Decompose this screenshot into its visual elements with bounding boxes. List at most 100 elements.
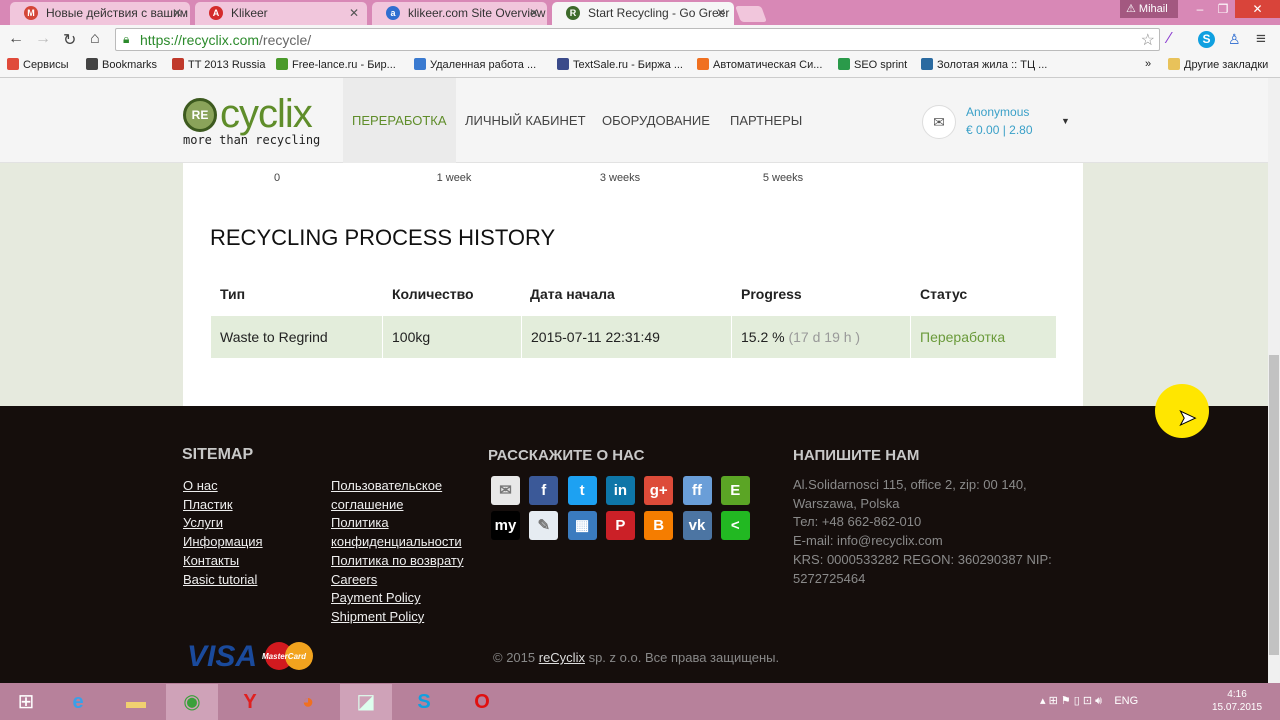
other-bookmarks-folder[interactable]: Другие закладки [1168, 58, 1268, 71]
file-explorer-icon[interactable]: ▬ [110, 684, 162, 720]
sitemap-link[interactable]: Контакты [183, 552, 239, 571]
clock[interactable]: 4:16 15.07.2015 [1212, 688, 1262, 714]
facebook-icon[interactable]: f [529, 476, 559, 505]
sitemap-link[interactable]: Payment Policy [331, 589, 421, 608]
logo-badge[interactable]: RE [183, 98, 217, 132]
sitemap-link[interactable]: конфиденциальности [331, 533, 462, 552]
extension-user-icon[interactable]: ♙ [1228, 31, 1241, 48]
google-plus-icon[interactable]: g+ [644, 476, 674, 505]
sitemap-link[interactable]: Basic tutorial [183, 571, 257, 590]
bookmark-favicon-icon [276, 58, 288, 70]
start-button[interactable]: ⊞ [0, 684, 52, 720]
friendfeed-icon[interactable]: ff [682, 476, 712, 505]
nav-account[interactable]: ЛИЧНЫЙ КАБИНЕТ [456, 78, 595, 163]
yandex-icon[interactable]: Y [224, 684, 276, 720]
bookmark-item[interactable]: Удаленная работа ... [414, 58, 536, 71]
bookmark-item[interactable]: SEO sprint [838, 58, 907, 71]
sitemap-link[interactable]: Shipment Policy [331, 608, 424, 627]
email-icon[interactable]: ✉ [491, 476, 520, 505]
nav-recycling[interactable]: ПЕРЕРАБОТКА [343, 78, 456, 163]
sitemap-link[interactable]: Информация [183, 533, 263, 552]
menu-icon[interactable]: ≡ [1256, 29, 1266, 49]
copyright-link[interactable]: reCyclix [539, 650, 585, 665]
logo-wordmark[interactable]: cyclix [220, 92, 313, 137]
evernote-icon[interactable]: E [720, 476, 750, 505]
contact-line: 5272725464 [793, 570, 866, 586]
close-tab-icon[interactable]: ✕ [349, 6, 359, 20]
linkedin-icon[interactable]: in [605, 476, 635, 505]
bookmark-item[interactable]: TT 2013 Russia [172, 58, 265, 71]
close-tab-icon[interactable]: ✕ [172, 6, 182, 20]
bookmark-favicon-icon [838, 58, 850, 70]
sitemap-link[interactable]: Политика [331, 514, 389, 533]
sitemap-link[interactable]: соглашение [331, 496, 403, 515]
new-tab-button[interactable] [735, 6, 767, 22]
bookmark-favicon-icon [557, 58, 569, 70]
address-bar[interactable]: 🔒︎ https://recyclix.com/recycle/ ☆ [115, 28, 1160, 51]
tab-title: Klikeer [231, 6, 268, 20]
bookmark-star-icon[interactable]: ☆ [1141, 30, 1155, 50]
system-tray[interactable]: ▴ ⊞ ⚑ ▯ ⊡ 🔊︎ ENG [1040, 694, 1138, 708]
close-window-button[interactable]: ✕ [1235, 0, 1280, 18]
opera-icon[interactable]: O [456, 684, 508, 720]
contact-line: Тел: +48 662-862-010 [793, 514, 922, 530]
bookmark-favicon-icon [7, 58, 19, 70]
messages-icon[interactable]: ✉ [922, 105, 956, 139]
twitter-icon[interactable]: t [567, 476, 597, 505]
browser-tab[interactable]: M Новые действия с вашим ✕ [10, 2, 190, 25]
close-tab-icon[interactable]: ✕ [529, 6, 539, 20]
bookmark-item[interactable]: Золотая жила :: ТЦ ... [921, 58, 1047, 71]
sitemap-link[interactable]: О нас [183, 477, 218, 496]
back-icon[interactable]: ← [8, 30, 24, 48]
browser-tab[interactable]: R Start Recycling - Go Greer ✕ [552, 2, 734, 25]
cell-status: Переработка [920, 329, 1006, 345]
app-icon[interactable]: ◪ [340, 684, 392, 720]
language-indicator[interactable]: ENG [1114, 695, 1138, 707]
blogger-icon[interactable]: B [644, 511, 674, 540]
nav-equipment[interactable]: ОБОРУДОВАНИЕ [593, 78, 719, 163]
bookmark-label: Автоматическая Си... [713, 59, 823, 71]
sitemap-link[interactable]: Пластик [183, 496, 233, 515]
bookmark-item[interactable]: Free-lance.ru - Бир... [276, 58, 396, 71]
skype-icon[interactable]: S [398, 684, 450, 720]
nav-partners[interactable]: ПАРТНЕРЫ [721, 78, 811, 163]
firefox-icon[interactable]: ◕ [282, 684, 334, 720]
myspace-icon[interactable]: my [491, 511, 520, 540]
more-bookmarks-button[interactable]: » [1145, 58, 1151, 70]
sitemap-link[interactable]: Пользовательское [331, 477, 442, 496]
forward-icon[interactable]: → [35, 30, 51, 48]
browser-tab[interactable]: a klikeer.com Site Overview ✕ [372, 2, 547, 25]
timeline-tick: 1 week [436, 172, 472, 184]
bookmark-item[interactable]: Автоматическая Си... [697, 58, 822, 71]
profile-name: Mihail [1138, 3, 1168, 15]
chrome-icon[interactable]: ◉ [166, 684, 218, 720]
contact-title: НАПИШИТЕ НАМ [793, 447, 920, 464]
timeline-tick: 3 weeks [599, 172, 641, 184]
vk-icon[interactable]: vk [682, 511, 712, 540]
scrollbar-thumb[interactable] [1269, 355, 1279, 655]
profile-button[interactable]: ⚠ Mihail [1120, 0, 1178, 18]
bookmark-item[interactable]: Сервисы [7, 58, 69, 71]
bookmark-label: SEO sprint [854, 59, 908, 71]
home-icon[interactable]: ⌂ [90, 30, 100, 48]
skype-extension-icon[interactable]: S [1198, 31, 1215, 48]
livejournal-icon[interactable]: ✎ [529, 511, 559, 540]
delicious-icon[interactable]: ▦ [567, 511, 597, 540]
close-tab-icon[interactable]: ✕ [716, 6, 726, 20]
column-header-progress: Progress [741, 286, 802, 302]
bookmark-item[interactable]: TextSale.ru - Биржа ... [557, 58, 683, 71]
column-header-start-date: Дата начала [530, 286, 615, 302]
extension-feather-icon[interactable]: ⁄ [1168, 30, 1171, 48]
browser-tab[interactable]: A Klikeer ✕ [195, 2, 367, 25]
reload-icon[interactable]: ↻ [63, 30, 76, 50]
sitemap-link[interactable]: Услуги [183, 514, 223, 533]
sitemap-link[interactable]: Careers [331, 571, 377, 590]
bookmark-item[interactable]: Bookmarks [86, 58, 157, 71]
ie-icon[interactable]: e [52, 684, 104, 720]
sitemap-link[interactable]: Политика по возврату [331, 552, 464, 571]
pinterest-icon[interactable]: P [605, 511, 635, 540]
account-name[interactable]: Anonymous [966, 105, 1029, 119]
account-dropdown-icon[interactable]: ▼ [1061, 116, 1070, 126]
share-icon[interactable]: < [720, 511, 750, 540]
restore-button[interactable]: ❐ [1208, 0, 1238, 18]
